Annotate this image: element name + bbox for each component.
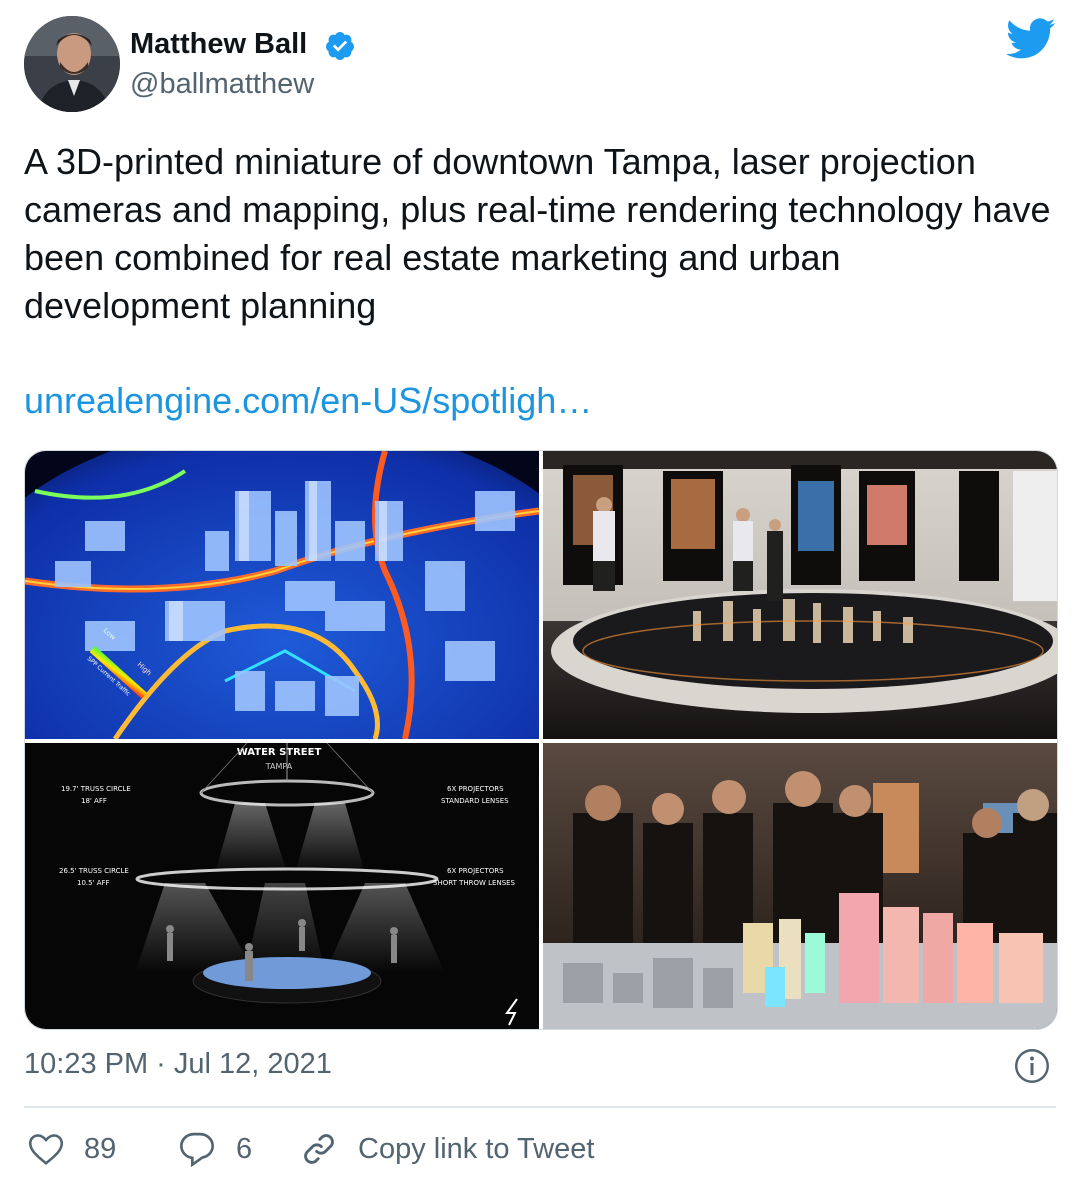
diagram-title: WATER STREET: [237, 747, 322, 758]
label-top-right-2: STANDARD LENSES: [441, 797, 509, 805]
media-grid: Low High SPP Current Traffic WATER STREE…: [24, 450, 1058, 1030]
divider: [24, 1106, 1056, 1108]
twitter-bird-icon[interactable]: [1006, 18, 1056, 60]
tweet-timestamp[interactable]: 10:23 PM · Jul 12, 2021: [24, 1048, 332, 1081]
like-count: 89: [84, 1132, 117, 1165]
label-top-right-1: 6X PROJECTORS: [447, 785, 504, 793]
author-name[interactable]: Matthew Ball: [130, 28, 307, 61]
copy-link-label: Copy link to Tweet: [358, 1132, 595, 1165]
verified-badge-icon: [325, 32, 354, 60]
diagram-subtitle: TAMPA: [265, 762, 293, 771]
label-top-left-2: 18' AFF: [81, 797, 107, 805]
media-image-1[interactable]: Low High SPP Current Traffic: [25, 451, 539, 739]
heart-icon: [28, 1134, 64, 1165]
tweet-link[interactable]: unrealengine.com/en-US/spotligh…: [24, 378, 592, 424]
avatar-image: [24, 16, 120, 112]
like-button[interactable]: 89: [28, 1126, 116, 1172]
label-bottom-left-2: 10.5' AFF: [77, 879, 110, 887]
reply-icon: [180, 1132, 214, 1167]
tweet-text: A 3D-printed miniature of downtown Tampa…: [24, 141, 1051, 326]
label-bottom-right-1: 6X PROJECTORS: [447, 867, 504, 875]
author-avatar[interactable]: [24, 16, 120, 112]
media-image-2[interactable]: [543, 451, 1057, 739]
reply-count: 6: [236, 1132, 253, 1165]
copy-link-button[interactable]: Copy link to Tweet: [300, 1126, 594, 1172]
media-image-4[interactable]: [543, 743, 1057, 1029]
reply-button[interactable]: 6: [178, 1126, 252, 1172]
author-handle[interactable]: @ballmatthew: [130, 68, 314, 101]
label-bottom-left-1: 26.5' TRUSS CIRCLE: [59, 867, 129, 875]
label-bottom-right-2: SHORT THROW LENSES: [433, 879, 516, 887]
link-icon: [304, 1134, 334, 1164]
info-icon[interactable]: [1014, 1048, 1050, 1084]
media-image-3[interactable]: WATER STREET TAMPA 19.7' TRUSS CIRCLE 18…: [25, 743, 539, 1029]
label-top-left-1: 19.7' TRUSS CIRCLE: [61, 785, 131, 793]
